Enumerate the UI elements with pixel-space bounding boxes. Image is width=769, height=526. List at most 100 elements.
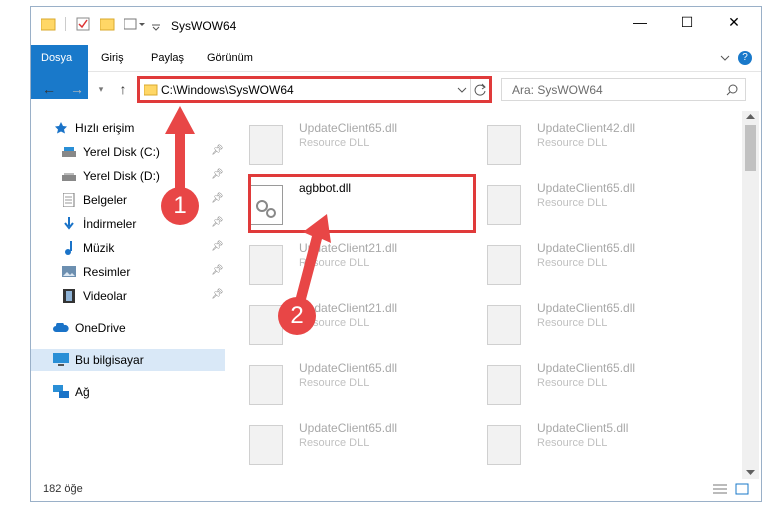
dll-file-icon — [249, 125, 283, 165]
recent-locations-button[interactable]: ▾ — [91, 79, 111, 99]
file-name: UpdateClient65.dll — [537, 181, 636, 195]
pin-icon[interactable]: 📌︎ — [211, 217, 224, 231]
dll-file-icon — [249, 365, 283, 405]
sidebar-item-quick-access[interactable]: Hızlı erişim — [53, 117, 247, 139]
sidebar-item-onedrive[interactable]: OneDrive — [53, 317, 247, 339]
sidebar-item-label: Belgeler — [83, 193, 128, 207]
sidebar-item-label: Müzik — [83, 241, 115, 255]
file-name: UpdateClient65.dll — [299, 361, 398, 375]
sidebar-item-label: İndirmeler — [83, 217, 137, 231]
tab-view[interactable]: Görünüm — [197, 45, 263, 71]
pin-icon[interactable]: 📌︎ — [211, 289, 224, 303]
sidebar-item-label: Bu bilgisayar — [75, 353, 144, 367]
sidebar-item-label: Hızlı erişim — [75, 121, 135, 135]
search-placeholder: Ara: SysWOW64 — [512, 83, 603, 97]
cloud-icon — [53, 320, 69, 336]
sidebar-item-label: OneDrive — [75, 321, 126, 335]
file-name: UpdateClient65.dll — [299, 421, 398, 435]
properties-icon[interactable] — [76, 17, 90, 31]
download-icon — [61, 216, 77, 232]
list-item[interactable]: UpdateClient5.dll Resource DLL — [465, 421, 695, 475]
sidebar-item-label: Videolar — [83, 289, 127, 303]
tab-share[interactable]: Paylaş — [141, 45, 194, 71]
computer-icon — [53, 352, 69, 368]
file-name: UpdateClient5.dll — [537, 421, 629, 435]
file-type: Resource DLL — [537, 377, 608, 389]
scroll-up-icon[interactable] — [746, 113, 755, 120]
music-icon — [61, 240, 77, 256]
file-name: UpdateClient65.dll — [537, 301, 636, 315]
list-item[interactable]: UpdateClient65.dll Resource DLL — [227, 121, 457, 175]
up-button[interactable]: ↑ — [113, 79, 133, 99]
help-button[interactable]: ? — [738, 51, 752, 65]
pin-icon[interactable]: 📌︎ — [211, 241, 224, 255]
sidebar-item-network[interactable]: Ağ — [53, 381, 247, 403]
expand-ribbon-icon[interactable] — [719, 52, 731, 64]
maximize-button[interactable]: ☐ — [664, 7, 710, 37]
documents-icon — [61, 192, 77, 208]
ribbon-tabs: Dosya Giriş Paylaş Görünüm ? — [31, 45, 761, 99]
folder-icon — [41, 18, 56, 31]
pin-icon[interactable]: 📌︎ — [211, 169, 224, 183]
file-name: UpdateClient65.dll — [299, 121, 398, 135]
sidebar-item-videos[interactable]: Videolar 📌︎ — [61, 285, 225, 307]
step-badge-1: 1 — [161, 187, 199, 225]
list-item[interactable]: UpdateClient42.dll Resource DLL — [465, 121, 695, 175]
pin-icon[interactable]: 📌︎ — [211, 265, 224, 279]
close-button[interactable]: ✕ — [711, 7, 757, 37]
search-input[interactable]: Ara: SysWOW64 — [501, 78, 746, 101]
item-count: 182 öğe — [43, 483, 83, 495]
dll-file-icon — [487, 305, 521, 345]
sidebar-item-music[interactable]: Müzik 📌︎ — [61, 237, 225, 259]
file-type: Resource DLL — [537, 197, 608, 209]
file-type: Resource DLL — [537, 137, 608, 149]
list-item[interactable]: UpdateClient65.dll Resource DLL — [227, 421, 457, 475]
customize-icon[interactable] — [124, 17, 146, 31]
sidebar-item-label: Yerel Disk (D:) — [83, 169, 160, 183]
list-item[interactable]: UpdateClient65.dll Resource DLL — [465, 361, 695, 415]
tab-home[interactable]: Giriş — [91, 45, 134, 71]
file-type: Resource DLL — [537, 257, 608, 269]
scroll-down-icon[interactable] — [746, 469, 755, 476]
forward-button[interactable]: → — [67, 79, 87, 99]
sidebar-item-this-pc[interactable]: Bu bilgisayar — [31, 349, 225, 371]
video-icon — [61, 288, 77, 304]
list-item[interactable]: UpdateClient65.dll Resource DLL — [465, 181, 695, 235]
file-type: Resource DLL — [537, 437, 608, 449]
sidebar-item-label: Yerel Disk (C:) — [83, 145, 160, 159]
file-type: Resource DLL — [537, 317, 608, 329]
file-type: Resource DLL — [299, 377, 370, 389]
drive-icon — [61, 168, 77, 184]
title-bar: SysWOW64 — ☐ ✕ — [31, 7, 761, 45]
pin-icon[interactable]: 📌︎ — [211, 145, 224, 159]
search-icon[interactable] — [726, 84, 738, 96]
pin-icon[interactable]: 📌︎ — [211, 193, 224, 207]
new-folder-icon[interactable] — [100, 17, 118, 31]
dll-file-icon — [487, 425, 521, 465]
scrollbar-thumb[interactable] — [745, 125, 756, 171]
dll-file-icon — [249, 245, 283, 285]
pictures-icon — [61, 264, 77, 280]
file-name: UpdateClient42.dll — [537, 121, 636, 135]
details-view-icon[interactable] — [713, 483, 727, 495]
quick-access-toolbar — [41, 17, 162, 31]
list-item[interactable]: UpdateClient65.dll Resource DLL — [227, 361, 457, 415]
dropdown-arrow-icon[interactable] — [150, 17, 162, 31]
sidebar-item-pictures[interactable]: Resimler 📌︎ — [61, 261, 225, 283]
dll-file-icon — [487, 125, 521, 165]
window-title: SysWOW64 — [171, 19, 237, 33]
vertical-scrollbar[interactable] — [742, 111, 759, 479]
minimize-button[interactable]: — — [617, 7, 663, 37]
file-name: UpdateClient65.dll — [537, 361, 636, 375]
file-type: Resource DLL — [299, 437, 370, 449]
dll-file-icon — [487, 365, 521, 405]
sidebar-item-downloads[interactable]: İndirmeler 📌︎ — [61, 213, 225, 235]
sidebar-item-label: Ağ — [75, 385, 90, 399]
back-button[interactable]: ← — [39, 79, 59, 99]
list-item[interactable]: UpdateClient65.dll Resource DLL — [465, 241, 695, 295]
list-item[interactable]: UpdateClient65.dll Resource DLL — [465, 301, 695, 355]
large-icons-view-icon[interactable] — [735, 483, 749, 495]
network-icon — [53, 384, 69, 400]
dll-file-icon — [487, 245, 521, 285]
file-name: UpdateClient65.dll — [537, 241, 636, 255]
